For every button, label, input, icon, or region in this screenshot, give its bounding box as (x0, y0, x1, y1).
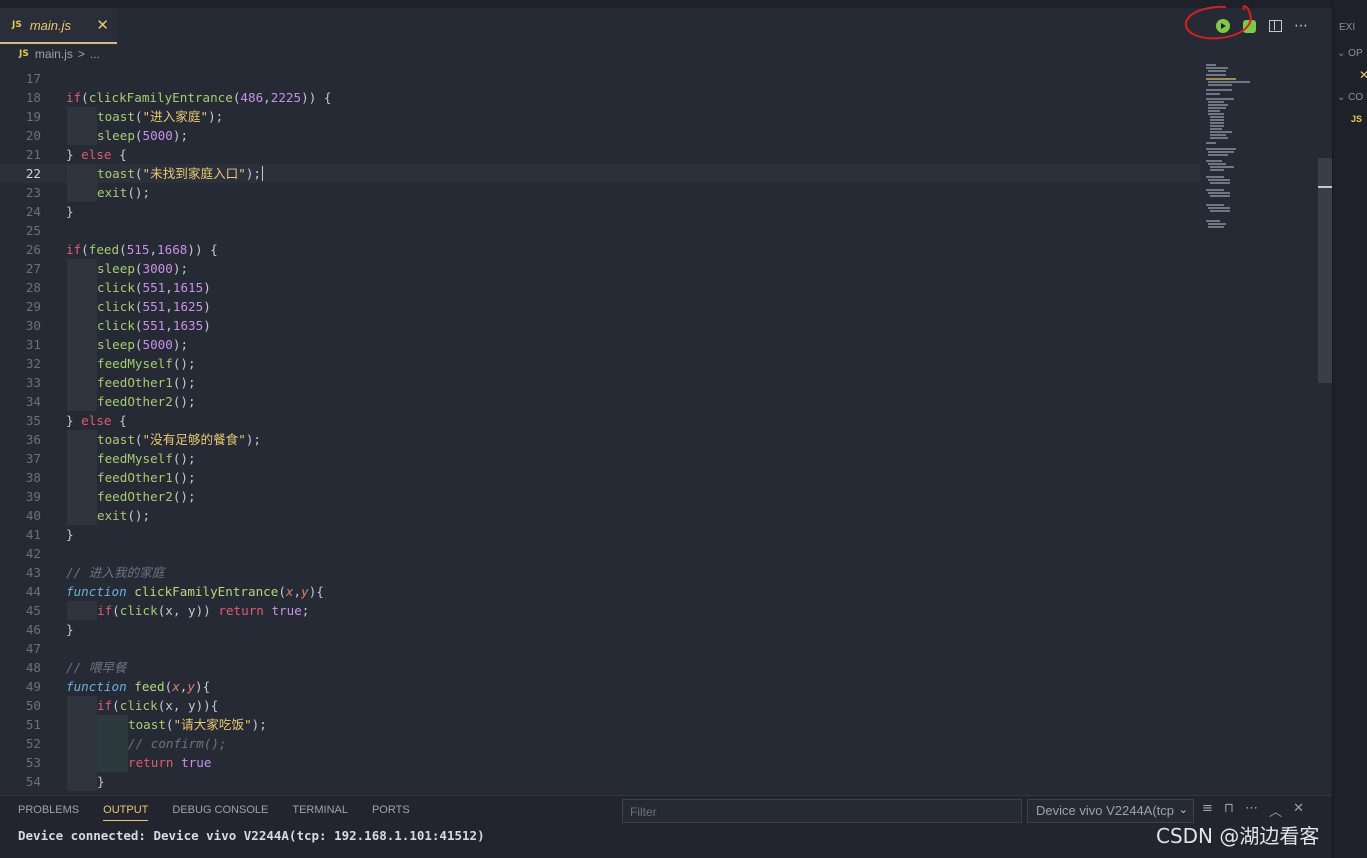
code-line: 32 feedMyself(); (25, 354, 196, 373)
chevron-down-icon: ⌄ (1337, 48, 1346, 59)
code-line: 29 click(551,1625) (25, 297, 211, 316)
tab-terminal[interactable]: TERMINAL (292, 804, 348, 821)
code-line: 40 exit(); (25, 506, 151, 525)
tab-debug-console[interactable]: DEBUG CONSOLE (172, 804, 268, 821)
code-line: 25 (25, 223, 41, 238)
filter-input[interactable]: Filter (622, 799, 1022, 823)
explorer-label[interactable]: EXI (1339, 22, 1355, 33)
tab-main-js[interactable]: JS main.js ✕ (0, 8, 117, 44)
code-line: 53 return true (25, 753, 212, 772)
js-file-icon: JS (19, 49, 29, 59)
js-file-icon: JS (12, 20, 22, 30)
code-line: 44 function clickFamilyEntrance(x,y){ (25, 584, 324, 599)
code-line: 24} (25, 204, 74, 219)
folder-section[interactable]: ⌄ CO (1337, 92, 1363, 103)
output-channel-value: Device vivo V2244A(tcp (1036, 803, 1175, 818)
ellipsis-icon[interactable]: ⋯ (1245, 801, 1258, 820)
code-line: 21} else { (25, 147, 127, 162)
code-line: 35} else { (25, 413, 127, 428)
code-line: 47 (25, 641, 41, 656)
code-line: 49 function feed(x,y){ (25, 679, 211, 694)
list-filter-icon[interactable]: ≡ (1202, 801, 1213, 820)
code-editor[interactable]: 17 18 if(clickFamilyEntrance(486,2225)) {… (0, 69, 1200, 791)
js-file-icon[interactable]: JS (1351, 114, 1362, 124)
breadcrumb: JS main.js > ... (19, 45, 100, 63)
panel-tabs: PROBLEMS OUTPUT DEBUG CONSOLE TERMINAL P… (18, 804, 410, 821)
code-line: 50 if(click(x, y)){ (25, 696, 219, 715)
chevron-right-icon: > (77, 47, 85, 61)
chevron-up-icon[interactable]: ︿ (1269, 801, 1282, 820)
code-line: 17 (25, 71, 41, 86)
close-icon[interactable]: ✕ (1293, 801, 1304, 820)
close-icon[interactable]: ✕ (96, 17, 109, 33)
code-line: 41} (25, 527, 74, 542)
more-icon: ⋯ (1294, 18, 1308, 34)
code-line: 51 toast("请大家吃饭"); (25, 715, 267, 734)
code-line: 26 if(feed(515,1668)) { (25, 242, 218, 257)
code-line: 34 feedOther2(); (25, 392, 196, 411)
cursor-position-marker (1318, 186, 1332, 188)
code-line: 48// 喂早餐 (25, 660, 127, 675)
code-line: 45 if(click(x, y)) return true; (25, 601, 310, 620)
editor-tab-bar: JS main.js ✕ (0, 8, 1332, 44)
code-line: 27 sleep(3000); (25, 259, 189, 278)
watermark: CSDN @湖边看客 (1156, 824, 1320, 848)
lock-icon[interactable]: ⊓ (1224, 801, 1234, 820)
tab-output[interactable]: OUTPUT (103, 804, 149, 821)
tab-problems[interactable]: PROBLEMS (18, 804, 79, 821)
code-line: 28 click(551,1615) (25, 278, 211, 297)
close-icon[interactable]: ✕ (1359, 68, 1367, 82)
code-line: 39 feedOther2(); (25, 487, 196, 506)
code-line: 52// confirm(); (25, 734, 227, 753)
right-sidebar: EXI ⌄ OP ✕ ⌄ CO JS (1332, 0, 1367, 858)
tab-ports[interactable]: PORTS (372, 804, 410, 821)
code-line: 30 click(551,1635) (25, 316, 211, 335)
split-editor-button[interactable] (1267, 18, 1283, 34)
output-text: Device connected: Device vivo V2244A(tcp… (18, 828, 485, 843)
red-circle-annotation (1184, 5, 1252, 40)
code-line: 33 feedOther1(); (25, 373, 196, 392)
code-line: 31 sleep(5000); (25, 335, 189, 354)
code-line: 19 toast("进入家庭"); (25, 107, 224, 126)
code-line: 54} (25, 772, 105, 791)
code-line: 38 feedOther1(); (25, 468, 196, 487)
code-line-current: 22 toast("未找到家庭入口"); (0, 164, 1200, 183)
panel-actions: ≡ ⊓ ⋯ ︿ ✕ (1202, 801, 1304, 820)
breadcrumb-file[interactable]: main.js (35, 47, 73, 61)
code-line: 18 if(clickFamilyEntrance(486,2225)) { (25, 90, 332, 105)
split-editor-icon (1268, 20, 1282, 32)
editor-scrollbar[interactable] (1318, 158, 1332, 383)
code-line: 42 (25, 546, 41, 561)
code-line: 20 sleep(5000); (25, 126, 189, 145)
open-editors-section[interactable]: ⌄ OP (1337, 48, 1363, 59)
code-line: 46} (25, 622, 74, 637)
code-line: 37 feedMyself(); (25, 449, 196, 468)
tab-title: main.js (29, 17, 72, 33)
chevron-down-icon: ⌄ (1178, 804, 1188, 816)
code-line: 36 toast("没有足够的餐食"); (25, 430, 262, 449)
breadcrumb-more[interactable]: ... (90, 47, 100, 61)
code-line: 43// 进入我的家庭 (25, 565, 165, 580)
bottom-panel: PROBLEMS OUTPUT DEBUG CONSOLE TERMINAL P… (0, 795, 1332, 858)
minimap[interactable] (1204, 62, 1274, 242)
code-line: 23 exit(); (25, 183, 151, 202)
more-actions-button[interactable]: ⋯ (1293, 18, 1309, 34)
title-strip (0, 0, 1367, 8)
chevron-down-icon: ⌄ (1337, 92, 1346, 103)
